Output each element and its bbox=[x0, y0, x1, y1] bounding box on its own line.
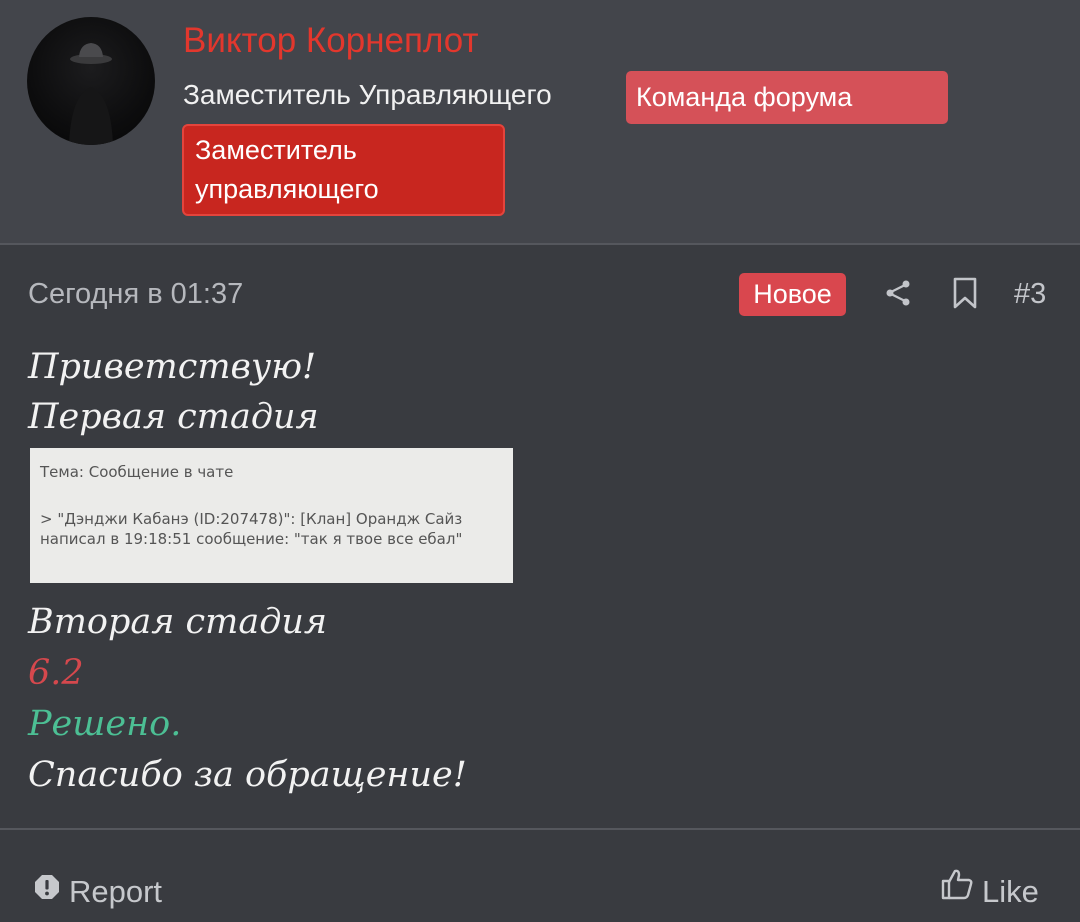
avatar[interactable] bbox=[27, 17, 155, 145]
thanks-text: Спасибо за обращение! bbox=[28, 755, 467, 795]
like-button[interactable]: Like bbox=[940, 867, 1039, 914]
role-badge: Заместитель управляющего bbox=[182, 124, 505, 216]
user-title: Заместитель Управляющего bbox=[183, 79, 552, 110]
avatar-silhouette-icon bbox=[69, 43, 113, 145]
new-badge: Новое bbox=[739, 273, 846, 316]
stage-two-text: Вторая стадия bbox=[28, 602, 328, 642]
report-label: Report bbox=[69, 874, 163, 909]
footer-divider bbox=[0, 828, 1080, 830]
stage-one-text: Первая стадия bbox=[28, 397, 319, 437]
screenshot-attachment[interactable]: Тема: Сообщение в чате > "Дэнджи Кабанэ … bbox=[30, 448, 513, 583]
like-label: Like bbox=[982, 874, 1039, 909]
team-badge: Команда форума bbox=[626, 71, 948, 124]
attachment-subject: Тема: Сообщение в чате bbox=[40, 463, 234, 481]
share-icon[interactable] bbox=[884, 278, 914, 313]
report-button[interactable]: Report bbox=[33, 870, 162, 914]
report-icon bbox=[33, 869, 61, 913]
resolution-status-text: Решено. bbox=[28, 704, 182, 744]
post-author-header: Виктор Корнеплот Заместитель Управляющег… bbox=[0, 0, 1080, 245]
bookmark-icon[interactable] bbox=[951, 276, 979, 315]
post-number-link[interactable]: #3 bbox=[1014, 274, 1046, 314]
attachment-message: > "Дэнджи Кабанэ (ID:207478)": [Клан] Ор… bbox=[40, 510, 463, 548]
rule-number-text: 6.2 bbox=[28, 653, 84, 693]
thumbs-up-icon bbox=[940, 867, 974, 913]
greeting-text: Приветствую! bbox=[28, 347, 317, 387]
username[interactable]: Виктор Корнеплот bbox=[183, 19, 479, 63]
forum-post: Виктор Корнеплот Заместитель Управляющег… bbox=[0, 0, 1080, 922]
post-date[interactable]: Сегодня в 01:37 bbox=[28, 274, 243, 314]
